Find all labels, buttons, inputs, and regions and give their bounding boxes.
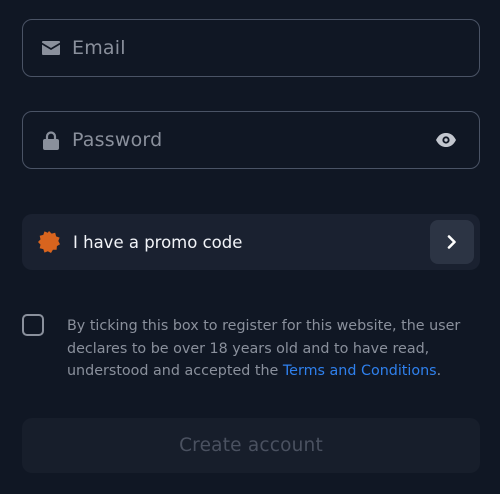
promo-code-label: I have a promo code xyxy=(73,232,243,252)
promo-code-toggle[interactable]: I have a promo code xyxy=(22,214,480,270)
terms-checkbox[interactable] xyxy=(22,314,44,336)
lock-icon xyxy=(41,130,61,150)
password-placeholder: Password xyxy=(72,129,163,151)
terms-consent-text: By ticking this box to register for this… xyxy=(67,315,462,383)
create-account-label: Create account xyxy=(179,435,323,456)
promo-expand-button[interactable] xyxy=(430,220,474,264)
consent-text-after: . xyxy=(436,363,442,379)
envelope-icon xyxy=(41,38,61,58)
promo-badge-icon xyxy=(38,231,60,253)
eye-icon[interactable] xyxy=(435,129,457,151)
email-placeholder: Email xyxy=(72,37,126,59)
terms-link[interactable]: Terms and Conditions xyxy=(283,363,437,379)
create-account-button[interactable]: Create account xyxy=(22,418,480,473)
password-field[interactable]: Password xyxy=(22,111,480,169)
email-field[interactable]: Email xyxy=(22,19,480,77)
chevron-right-icon xyxy=(447,235,457,249)
